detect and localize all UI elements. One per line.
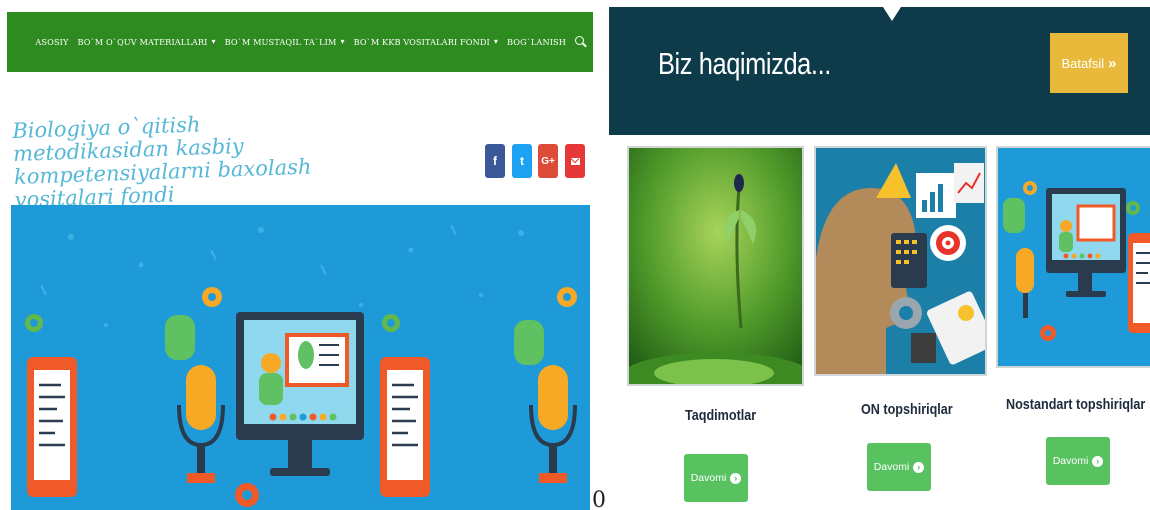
nav-item-boglanish[interactable]: BOG`LANISH: [507, 37, 566, 47]
chevron-down-icon: ▾: [340, 37, 345, 46]
card-title-nostandart-topshiriqlar[interactable]: Nostandart topshiriqlar: [1006, 396, 1145, 413]
card-image-on-topshiriqlar[interactable]: [814, 146, 987, 376]
arrow-right-icon: ›: [913, 461, 925, 473]
stray-character: 0: [592, 488, 606, 510]
e-learning-thumbnail: [998, 148, 1150, 366]
batafsil-button[interactable]: Batafsil »: [1050, 33, 1128, 93]
davomi-button-nostandart-topshiriqlar[interactable]: Davomi ›: [1046, 437, 1110, 485]
analytics-illustration: [816, 148, 985, 374]
davomi-button-taqdimotlar[interactable]: Davomi ›: [684, 454, 748, 502]
card-title-taqdimotlar[interactable]: Taqdimotlar: [685, 407, 756, 424]
double-chevron-icon: »: [1108, 54, 1117, 72]
card-title-on-topshiriqlar[interactable]: ON topshiriqlar: [861, 401, 953, 418]
arrow-right-icon: ›: [730, 472, 742, 484]
card-image-taqdimotlar[interactable]: [627, 146, 804, 386]
chevron-down-icon: ▾: [211, 37, 216, 46]
arrow-right-icon: ›: [1092, 455, 1104, 467]
hero-illustration: [11, 205, 590, 510]
nav-item-asosiy[interactable]: ASOSIY: [35, 37, 68, 47]
chevron-down-icon: ▾: [493, 37, 498, 46]
envelope-shape: [570, 157, 580, 165]
facebook-icon[interactable]: f: [485, 144, 505, 178]
e-learning-illustration: [11, 205, 590, 510]
section-notch: [883, 7, 901, 21]
davomi-button-on-topshiriqlar[interactable]: Davomi ›: [867, 443, 931, 491]
seedling-image: [629, 148, 802, 384]
google-plus-icon[interactable]: G+: [538, 144, 558, 178]
search-icon[interactable]: [575, 36, 587, 48]
email-icon[interactable]: [565, 144, 585, 178]
nav-item-mustaqil-talim[interactable]: BO`M MUSTAQIL TA`LIM ▾: [225, 37, 345, 47]
twitter-icon[interactable]: t: [512, 144, 532, 178]
about-title: Biz haqimizda...: [658, 46, 831, 81]
site-title: Biologiya o`qitish metodikasidan kasbiy …: [11, 112, 312, 212]
nav-item-oquv-materiallari[interactable]: BO`M O`QUV MATERIALLARI ▾: [78, 37, 216, 47]
nav-item-kkb-vositalari[interactable]: BO`M KKB VOSITALARI FONDI ▾: [354, 37, 498, 47]
main-navbar: ASOSIY BO`M O`QUV MATERIALLARI ▾ BO`M MUS…: [7, 12, 593, 72]
card-image-nostandart-topshiriqlar[interactable]: [996, 146, 1150, 368]
